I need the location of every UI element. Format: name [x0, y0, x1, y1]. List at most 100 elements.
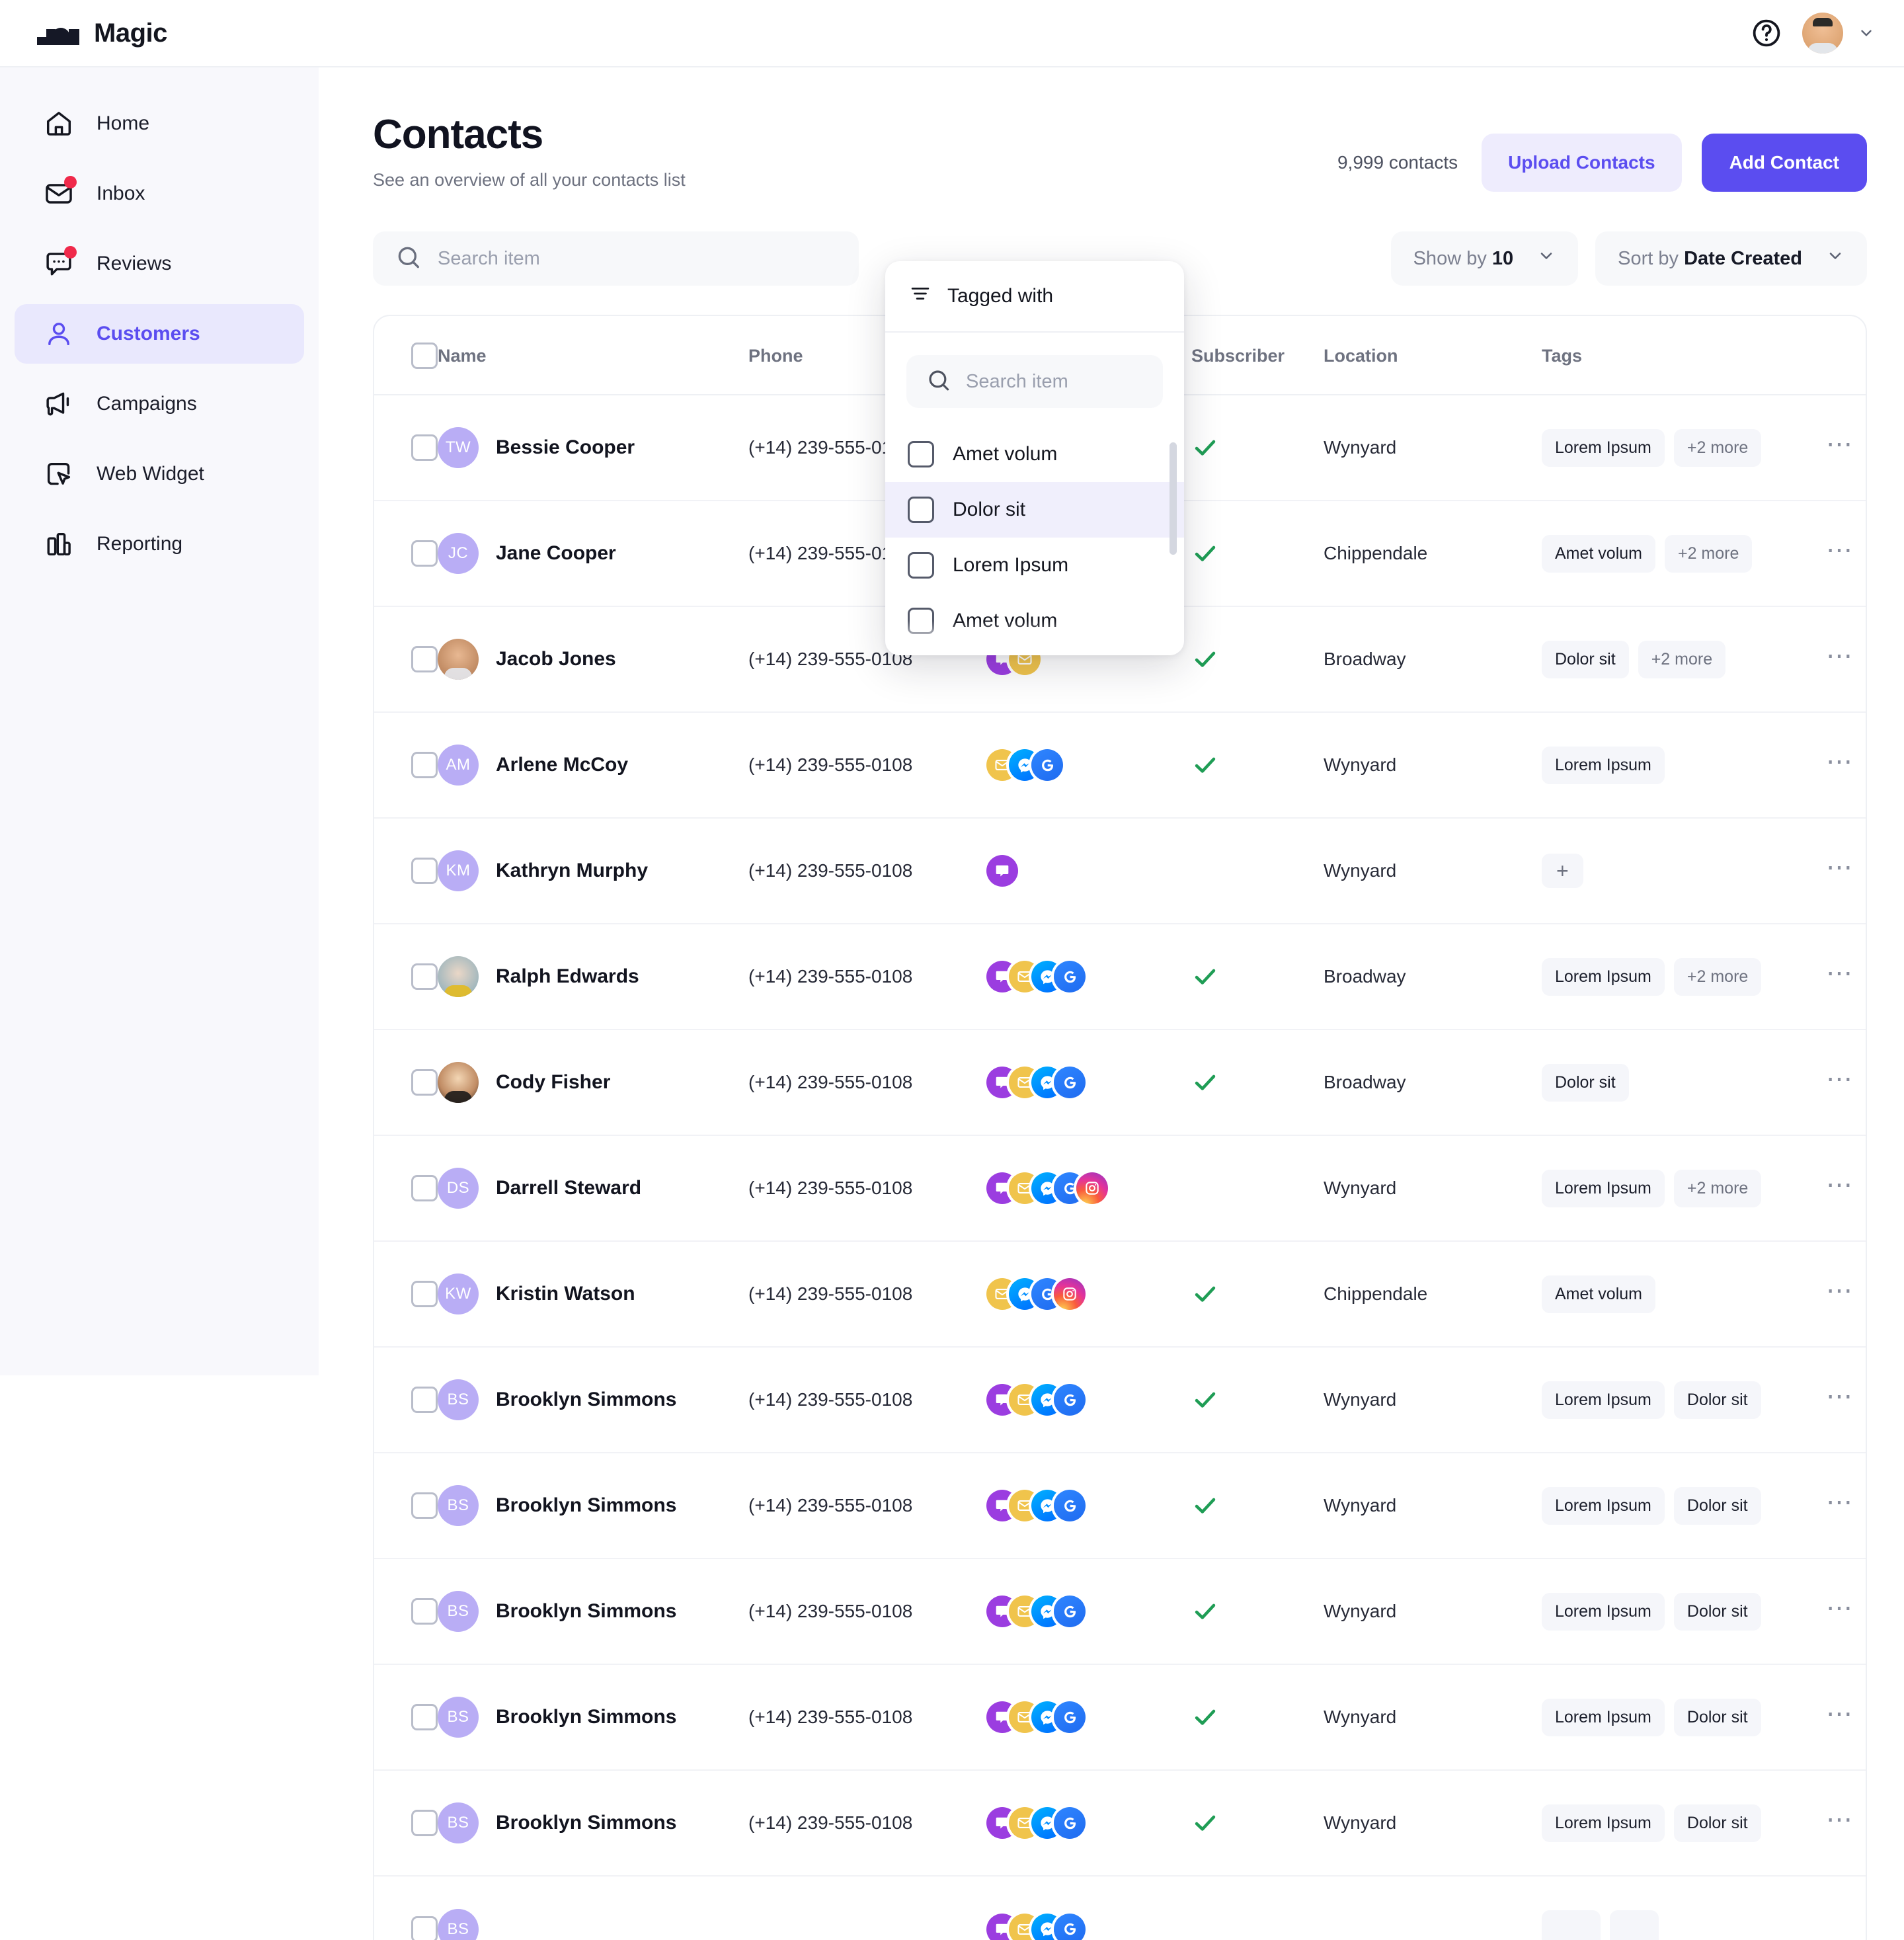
contact-name[interactable]: Bessie Cooper [496, 436, 635, 459]
row-checkbox[interactable] [411, 1704, 438, 1730]
table-row[interactable]: BSBrooklyn Simmons(+14) 239-555-0108Wyny… [374, 1453, 1867, 1558]
tag-chip[interactable]: Lorem Ipsum [1542, 1699, 1665, 1736]
tag-option-checkbox[interactable] [908, 441, 934, 467]
tag-search[interactable] [906, 355, 1163, 408]
ellipsis-icon[interactable]: ⋯ [1826, 853, 1854, 882]
tag-option[interactable]: Lorem Ipsum [885, 538, 1184, 593]
sidebar-item-reviews[interactable]: Reviews [15, 234, 304, 294]
tag-option-checkbox[interactable] [908, 608, 934, 634]
tag-more-chip[interactable]: +2 more [1674, 429, 1761, 467]
table-row[interactable]: BSBrooklyn Simmons(+14) 239-555-0108Wyny… [374, 1347, 1867, 1453]
contact-name[interactable]: Arlene McCoy [496, 754, 628, 776]
contact-name[interactable]: Kristin Watson [496, 1283, 635, 1305]
contact-name[interactable]: Brooklyn Simmons [496, 1389, 676, 1411]
tag-chip[interactable] [1542, 1910, 1601, 1940]
row-checkbox[interactable] [411, 1175, 438, 1201]
tag-more-chip[interactable]: +2 more [1638, 641, 1726, 678]
contact-name[interactable]: Darrell Steward [496, 1177, 641, 1199]
ellipsis-icon[interactable]: ⋯ [1826, 536, 1854, 565]
tag-chip[interactable]: Lorem Ipsum [1542, 1487, 1665, 1525]
tag-chip[interactable] [1610, 1910, 1659, 1940]
ellipsis-icon[interactable]: ⋯ [1826, 747, 1854, 776]
ellipsis-icon[interactable]: ⋯ [1826, 959, 1854, 988]
ellipsis-icon[interactable]: ⋯ [1826, 430, 1854, 459]
row-checkbox[interactable] [411, 1069, 438, 1096]
row-checkbox[interactable] [411, 540, 438, 567]
channel-goog-icon[interactable] [1054, 1384, 1086, 1416]
channel-insta-icon[interactable] [1054, 1278, 1086, 1310]
tag-option[interactable]: Dolor sit [885, 482, 1184, 538]
row-checkbox[interactable] [411, 963, 438, 990]
contact-name[interactable]: Cody Fisher [496, 1071, 610, 1094]
ellipsis-icon[interactable]: ⋯ [1826, 641, 1854, 670]
table-row[interactable]: KMKathryn Murphy(+14) 239-555-0108Wynyar… [374, 818, 1867, 924]
search-contacts[interactable] [373, 231, 859, 286]
sidebar-item-home[interactable]: Home [15, 94, 304, 153]
sidebar-item-campaigns[interactable]: Campaigns [15, 374, 304, 434]
tag-chip[interactable]: Dolor sit [1542, 1064, 1629, 1102]
tag-more-chip[interactable]: +2 more [1674, 1170, 1761, 1207]
channel-goog-icon[interactable] [1054, 1807, 1086, 1839]
tag-more-chip[interactable]: +2 more [1665, 535, 1752, 573]
tag-chip[interactable]: Dolor sit [1674, 1699, 1761, 1736]
tag-chip[interactable]: Amet volum [1542, 1275, 1655, 1313]
column-header-location[interactable]: Location [1324, 316, 1542, 395]
tag-chip[interactable]: Dolor sit [1674, 1487, 1761, 1525]
ellipsis-icon[interactable]: ⋯ [1826, 1594, 1854, 1623]
channel-goog-icon[interactable] [1054, 1490, 1086, 1521]
tag-chip[interactable]: Lorem Ipsum [1542, 1804, 1665, 1842]
select-all-checkbox[interactable] [411, 343, 438, 369]
tag-more-chip[interactable]: +2 more [1674, 958, 1761, 996]
row-checkbox[interactable] [411, 858, 438, 884]
contact-name[interactable]: Brooklyn Simmons [496, 1494, 676, 1517]
table-row[interactable]: BS [374, 1876, 1867, 1940]
column-header-subscriber[interactable]: Subscriber [1191, 316, 1324, 395]
ellipsis-icon[interactable]: ⋯ [1826, 1065, 1854, 1094]
upload-contacts-button[interactable]: Upload Contacts [1482, 134, 1681, 192]
contact-name[interactable]: Brooklyn Simmons [496, 1600, 676, 1623]
tag-chip[interactable]: Dolor sit [1542, 641, 1629, 678]
tagged-with-header[interactable]: Tagged with [885, 261, 1184, 333]
table-row[interactable]: Ralph Edwards(+14) 239-555-0108BroadwayL… [374, 924, 1867, 1030]
add-tag-button[interactable]: + [1542, 854, 1583, 888]
tag-option[interactable]: Amet volum [885, 426, 1184, 482]
contact-name[interactable]: Kathryn Murphy [496, 860, 648, 882]
tag-chip[interactable]: Lorem Ipsum [1542, 1593, 1665, 1631]
tag-search-input[interactable] [966, 371, 1184, 393]
ellipsis-icon[interactable]: ⋯ [1826, 1488, 1854, 1517]
contact-name[interactable]: Ralph Edwards [496, 965, 639, 988]
tag-chip[interactable]: Lorem Ipsum [1542, 429, 1665, 467]
tag-chip[interactable]: Dolor sit [1674, 1804, 1761, 1842]
tag-option-checkbox[interactable] [908, 497, 934, 523]
contact-name[interactable]: Jacob Jones [496, 648, 616, 670]
add-contact-button[interactable]: Add Contact [1702, 134, 1867, 192]
table-row[interactable]: KWKristin Watson(+14) 239-555-0108Chippe… [374, 1241, 1867, 1347]
tag-chip[interactable]: Lorem Ipsum [1542, 1170, 1665, 1207]
channel-goog-icon[interactable] [1054, 1067, 1086, 1098]
help-circle-icon[interactable] [1751, 17, 1782, 49]
row-checkbox[interactable] [411, 1492, 438, 1519]
ellipsis-icon[interactable]: ⋯ [1826, 1382, 1854, 1411]
tag-chip[interactable]: Dolor sit [1674, 1381, 1761, 1419]
tag-option[interactable]: Amet volum [885, 593, 1184, 649]
channel-sms-icon[interactable] [986, 855, 1018, 887]
row-checkbox[interactable] [411, 1810, 438, 1836]
row-checkbox[interactable] [411, 434, 438, 461]
search-input[interactable] [438, 248, 836, 270]
table-row[interactable]: AMArlene McCoy(+14) 239-555-0108WynyardL… [374, 712, 1867, 818]
tag-chip[interactable]: Lorem Ipsum [1542, 1381, 1665, 1419]
contact-name[interactable]: Brooklyn Simmons [496, 1706, 676, 1728]
channel-goog-icon[interactable] [1031, 749, 1063, 781]
ellipsis-icon[interactable]: ⋯ [1826, 1805, 1854, 1834]
tag-chip[interactable]: Lorem Ipsum [1542, 747, 1665, 784]
column-header-name[interactable]: Name [438, 316, 748, 395]
sidebar-item-inbox[interactable]: Inbox [15, 164, 304, 223]
row-checkbox[interactable] [411, 1281, 438, 1307]
brand[interactable]: Magic [37, 19, 167, 48]
row-checkbox[interactable] [411, 752, 438, 778]
row-checkbox[interactable] [411, 1916, 438, 1940]
row-checkbox[interactable] [411, 1598, 438, 1625]
table-row[interactable]: Cody Fisher(+14) 239-555-0108BroadwayDol… [374, 1030, 1867, 1135]
channel-goog-icon[interactable] [1054, 1596, 1086, 1627]
ellipsis-icon[interactable]: ⋯ [1826, 1699, 1854, 1728]
